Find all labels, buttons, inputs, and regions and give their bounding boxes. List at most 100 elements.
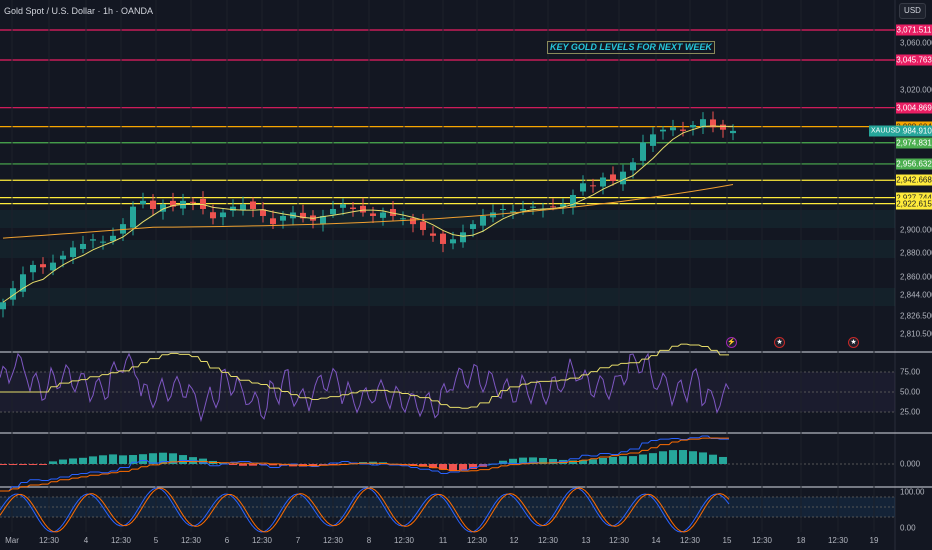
candle-body xyxy=(140,200,146,205)
us-flag-icon[interactable]: ★ xyxy=(848,337,859,348)
candle-body xyxy=(550,206,556,208)
lightning-icon[interactable]: ⚡ xyxy=(726,337,737,348)
time-axis-label: 8 xyxy=(366,536,372,545)
price-axis-tick: 2,880.000 xyxy=(900,248,932,258)
candle-body xyxy=(720,124,726,130)
macd-histogram-bar xyxy=(589,459,597,464)
candle-body xyxy=(500,208,506,210)
macd-histogram-bar xyxy=(629,456,637,464)
currency-button[interactable]: USD xyxy=(899,3,926,19)
macd-histogram-bar xyxy=(0,464,7,465)
candle-body xyxy=(580,183,586,192)
macd-histogram-bar xyxy=(39,464,47,465)
price-axis-tick: 2,860.000 xyxy=(900,272,932,282)
macd-histogram-bar xyxy=(569,460,577,464)
price-level-label: 3,045.763 xyxy=(896,54,932,66)
candle-body xyxy=(660,129,666,132)
time-axis-label: 12:30 xyxy=(180,536,202,545)
candle-body xyxy=(70,247,76,257)
candle-body xyxy=(430,233,436,236)
macd-histogram-bar xyxy=(709,454,717,464)
candle-body xyxy=(210,212,216,219)
macd-histogram-bar xyxy=(639,454,647,464)
rsi-axis-tick: 25.00 xyxy=(900,407,921,417)
price-level-label: 2,942.668 xyxy=(896,174,932,186)
candle-body xyxy=(270,218,276,225)
price-axis-tick: 2,826.500 xyxy=(900,311,932,321)
macd-histogram-bar xyxy=(249,464,257,466)
macd-histogram-bar xyxy=(659,451,667,464)
candle-body xyxy=(360,205,366,213)
candle-body xyxy=(530,206,536,208)
candle-body xyxy=(620,171,626,185)
candle-body xyxy=(520,208,526,211)
candle-body xyxy=(690,125,696,128)
time-axis-label: 12:30 xyxy=(608,536,630,545)
macd-histogram-bar xyxy=(19,464,27,465)
stoch-axis-tick: 100.00 xyxy=(900,487,925,497)
time-axis-label: 18 xyxy=(796,536,806,545)
price-axis-tick: 3,060.000 xyxy=(900,38,932,48)
price-level-label: 3,071.511 xyxy=(896,24,932,36)
macd-histogram-bar xyxy=(459,464,467,471)
candle-body xyxy=(100,241,106,243)
candle-body xyxy=(680,129,686,131)
candle-body xyxy=(340,204,346,208)
candle-body xyxy=(60,255,66,260)
time-axis-label: 12:30 xyxy=(466,536,488,545)
candle-body xyxy=(730,130,736,134)
price-level-label: 2,922.615 xyxy=(896,198,932,210)
time-axis-label: 12:30 xyxy=(110,536,132,545)
macd-histogram-bar xyxy=(69,458,77,464)
candle-body xyxy=(350,207,356,209)
candle-body xyxy=(240,204,246,211)
macd-histogram-bar xyxy=(609,456,617,464)
chart-canvas[interactable] xyxy=(0,0,932,550)
macd-histogram-bar xyxy=(179,455,187,464)
macd-histogram-bar xyxy=(449,464,457,471)
candle-body xyxy=(640,142,646,161)
candle-body xyxy=(80,243,86,249)
annotation-text[interactable]: KEY GOLD LEVELS FOR NEXT WEEK xyxy=(547,41,715,54)
candle-body xyxy=(190,201,196,203)
time-axis-label: Mar xyxy=(5,536,19,545)
candle-body xyxy=(600,177,606,187)
macd-histogram-bar xyxy=(9,464,17,465)
us-flag-icon[interactable]: ★ xyxy=(774,337,785,348)
macd-histogram-bar xyxy=(679,450,687,464)
time-axis-label: 12:30 xyxy=(537,536,559,545)
candle-body xyxy=(200,198,206,209)
candle-body xyxy=(650,134,656,146)
time-axis-label: 4 xyxy=(83,536,89,545)
candle-body xyxy=(610,174,616,181)
price-axis-tick: 2,900.000 xyxy=(900,225,932,235)
macd-histogram-bar xyxy=(59,459,67,464)
rsi-axis-tick: 75.00 xyxy=(900,367,921,377)
candle-body xyxy=(370,213,376,216)
candle-body xyxy=(510,211,516,213)
macd-histogram-bar xyxy=(619,456,627,464)
candle-body xyxy=(380,212,386,218)
candle-body xyxy=(470,224,476,229)
chart-title: Gold Spot / U.S. Dollar · 1h · OANDA xyxy=(4,6,154,16)
candle-body xyxy=(400,218,406,220)
price-axis-tick: 3,020.000 xyxy=(900,85,932,95)
candle-body xyxy=(220,212,226,218)
candle-body xyxy=(440,233,446,244)
candle-body xyxy=(150,200,156,209)
price-axis-tick: 2,810.500 xyxy=(900,329,932,339)
time-axis-label: 12:30 xyxy=(393,536,415,545)
time-axis-label: 7 xyxy=(295,536,301,545)
rsi-axis-tick: 50.00 xyxy=(900,387,921,397)
demand-zone xyxy=(0,288,895,306)
macd-histogram-bar xyxy=(239,464,247,466)
time-axis-label: 12 xyxy=(509,536,519,545)
time-axis-label: 14 xyxy=(651,536,661,545)
candle-body xyxy=(130,206,136,228)
candle-body xyxy=(590,185,596,187)
stoch-axis-tick: 0.00 xyxy=(900,523,916,533)
candle-body xyxy=(330,208,336,215)
time-axis-label: 6 xyxy=(224,536,230,545)
macd-histogram-bar xyxy=(699,452,707,464)
price-level-label: 2,956.632 xyxy=(896,158,932,170)
